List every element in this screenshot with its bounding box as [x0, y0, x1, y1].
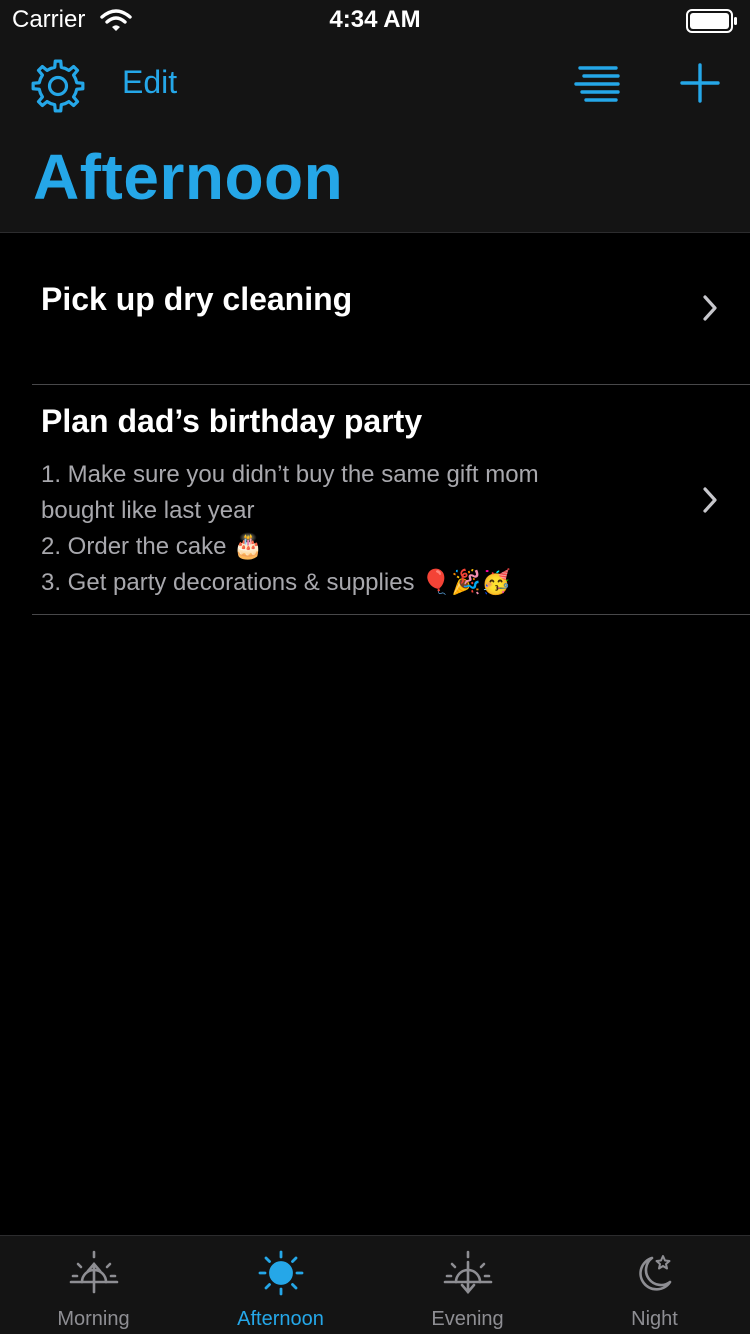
edit-button[interactable]: Edit	[122, 64, 177, 101]
tab-night[interactable]: Night	[561, 1236, 748, 1334]
task-note-line: 3. Get party decorations & supplies 🎈🎉🥳	[41, 569, 511, 596]
page-title: Afternoon	[33, 141, 344, 213]
tab-morning[interactable]: Morning	[0, 1236, 187, 1334]
moon-star-icon	[638, 1255, 671, 1291]
tab-label: Night	[631, 1308, 678, 1330]
plus-icon[interactable]	[680, 60, 720, 106]
battery-icon	[686, 9, 737, 33]
tab-label: Evening	[431, 1308, 504, 1330]
tab-label: Afternoon	[237, 1308, 324, 1330]
task-note-line: 2. Order the cake 🎂	[41, 533, 263, 560]
task-list: Pick up dry cleaning Plan dad’s birthday…	[0, 233, 750, 615]
sunrise-icon	[69, 1250, 118, 1294]
task-note-line: bought like last year	[41, 497, 255, 524]
tab-bar: Morning Afternoon Evening Night	[0, 1235, 750, 1334]
task-title: Plan dad’s birthday party	[41, 403, 423, 439]
status-bar: Carrier 4:34 AM	[0, 0, 750, 40]
chevron-right-icon	[703, 295, 717, 321]
clock-time: 4:34 AM	[329, 6, 421, 33]
task-note-line: 1. Make sure you didn’t buy the same gif…	[41, 461, 539, 488]
list-sort-icon[interactable]	[570, 62, 624, 106]
tab-evening[interactable]: Evening	[374, 1236, 561, 1334]
task-notes: 1. Make sure you didn’t buy the same gif…	[41, 457, 641, 601]
navigation-bar: Edit Afternoon	[0, 40, 750, 233]
task-row[interactable]: Pick up dry cleaning	[32, 233, 750, 385]
chevron-right-icon	[703, 487, 717, 513]
tab-afternoon[interactable]: Afternoon	[187, 1236, 374, 1334]
tab-label: Morning	[57, 1308, 130, 1330]
sunset-icon	[443, 1250, 492, 1294]
gear-icon[interactable]	[28, 56, 88, 116]
sun-icon	[258, 1250, 303, 1296]
task-title: Pick up dry cleaning	[41, 281, 353, 317]
task-row[interactable]: Plan dad’s birthday party 1. Make sure y…	[32, 385, 750, 615]
screen: Carrier 4:34 AM Edit Afternoon Pick up d…	[0, 0, 750, 1334]
